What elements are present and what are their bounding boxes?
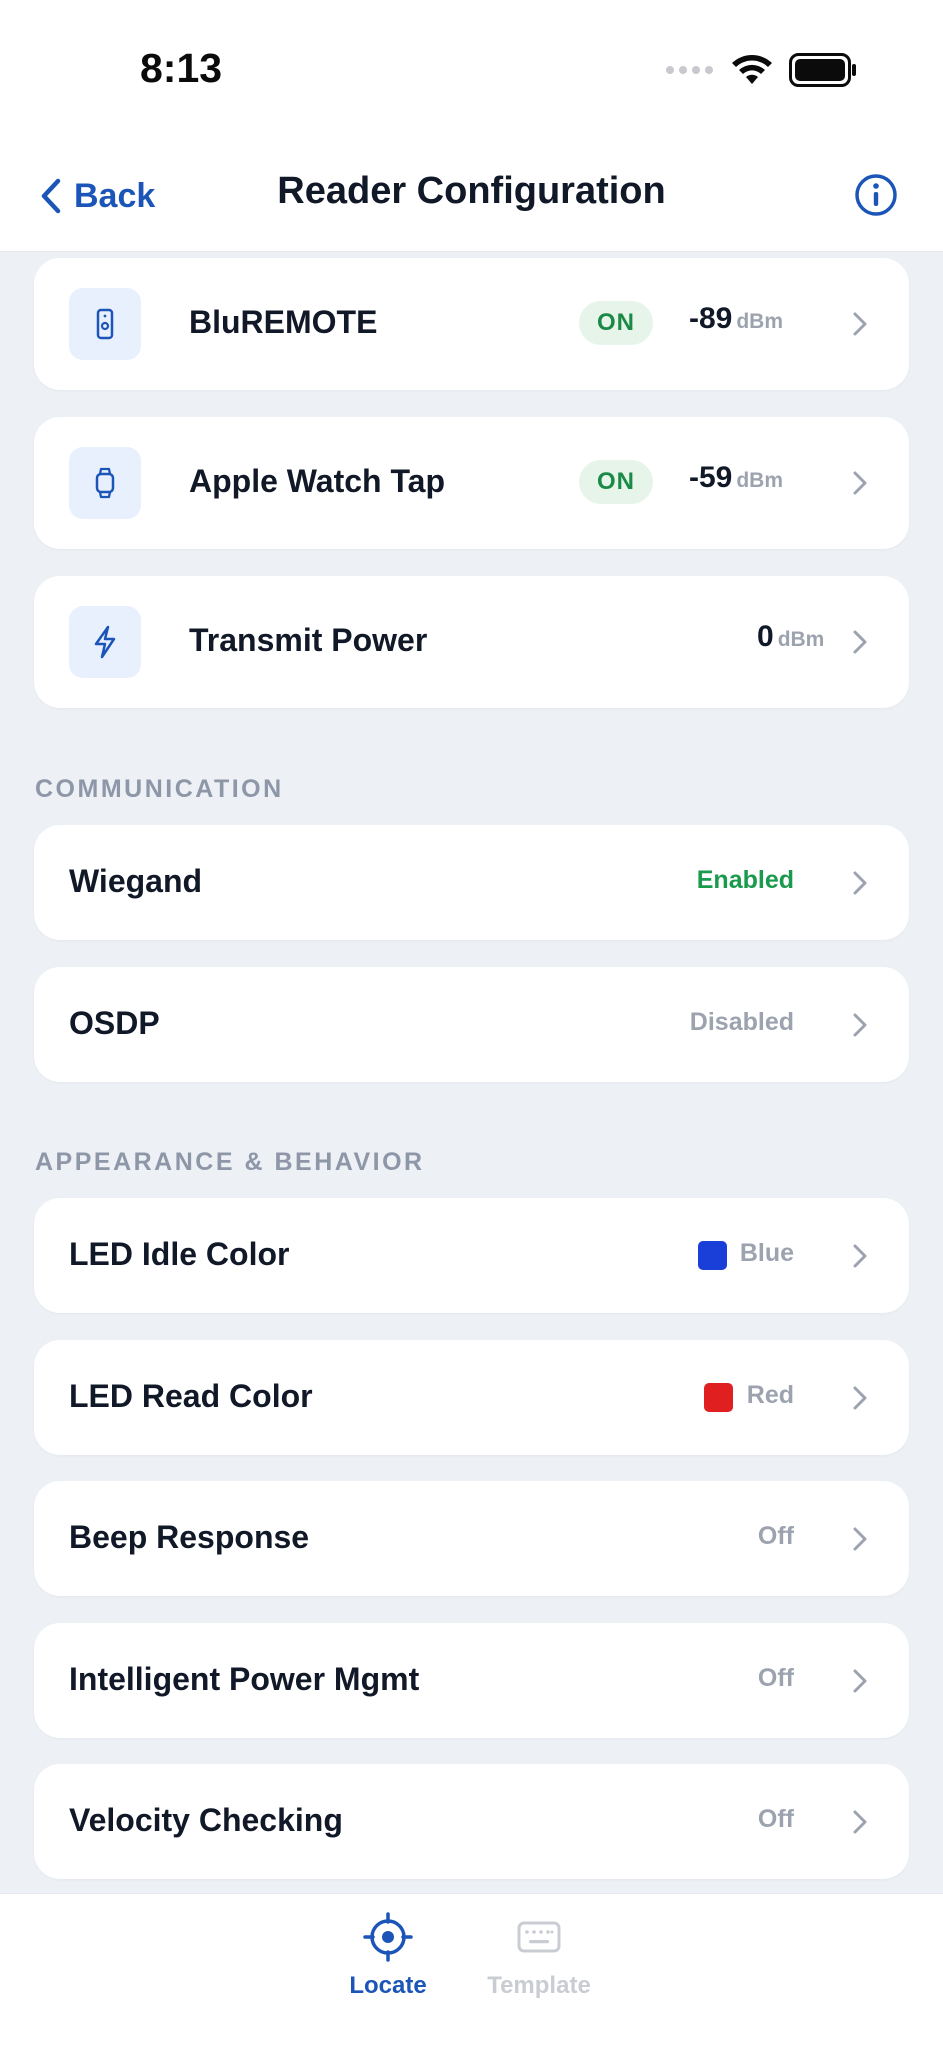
chevron-right-icon — [853, 1810, 867, 1834]
row-value: Off — [757, 1522, 794, 1550]
icon-container — [69, 447, 141, 519]
status-bar: 8:13 — [0, 0, 943, 140]
signal-value: -89 dBm — [689, 302, 784, 335]
status-icons — [665, 50, 857, 90]
info-icon[interactable] — [853, 172, 899, 218]
chevron-right-icon — [853, 1386, 867, 1410]
status-badge: ON — [579, 460, 653, 504]
row-velocity-checking[interactable]: Velocity Checking Off — [34, 1764, 909, 1879]
row-intelligent-power-mgmt[interactable]: Intelligent Power Mgmt Off — [34, 1623, 909, 1738]
chevron-right-icon — [853, 1527, 867, 1551]
row-label: LED Read Color — [69, 1378, 313, 1414]
tab-label: Template — [487, 1972, 591, 1999]
row-label: LED Idle Color — [69, 1236, 290, 1272]
row-bluremote[interactable]: BluREMOTE ON -89 dBm — [34, 258, 909, 390]
tab-template[interactable]: Template — [479, 1912, 599, 2012]
row-osdp[interactable]: OSDP Disabled — [34, 967, 909, 1082]
watch-icon — [95, 467, 115, 499]
chevron-right-icon — [853, 871, 867, 895]
row-wiegand[interactable]: Wiegand Enabled — [34, 825, 909, 940]
status-time: 8:13 — [140, 45, 223, 91]
chevron-right-icon — [853, 1669, 867, 1693]
tab-locate[interactable]: Locate — [328, 1912, 448, 2012]
row-value: Off — [757, 1805, 794, 1833]
signal-value: -59 dBm — [689, 461, 784, 494]
keyboard-icon — [517, 1921, 561, 1953]
row-value: Off — [757, 1664, 794, 1692]
settings-list: BluREMOTE ON -89 dBm Apple Watch Tap ON -… — [0, 253, 943, 1893]
row-label: Intelligent Power Mgmt — [69, 1661, 420, 1697]
chevron-right-icon — [853, 312, 867, 336]
wifi-icon — [732, 55, 772, 84]
chevron-right-icon — [853, 471, 867, 495]
battery-icon — [789, 53, 856, 87]
row-label: Velocity Checking — [69, 1802, 343, 1838]
color-swatch — [704, 1383, 733, 1412]
row-label: Wiegand — [69, 863, 203, 899]
navigation-bar: Back Reader Configuration — [0, 140, 943, 252]
signal-icon — [666, 66, 713, 74]
section-header-appearance: APPEARANCE & BEHAVIOR — [35, 1148, 425, 1176]
row-label: OSDP — [69, 1005, 160, 1041]
color-swatch — [698, 1241, 727, 1270]
row-led-idle-color[interactable]: LED Idle Color Blue — [34, 1198, 909, 1313]
lightning-icon — [94, 625, 116, 659]
row-value: Red — [746, 1381, 794, 1409]
row-transmit-power[interactable]: Transmit Power 0 dBm — [34, 576, 909, 708]
remote-icon — [96, 308, 114, 340]
icon-container — [69, 288, 141, 360]
row-value: Blue — [739, 1239, 794, 1267]
icon-container — [69, 606, 141, 678]
locate-icon — [363, 1912, 413, 1962]
row-label: Transmit Power — [189, 622, 428, 658]
row-apple-watch-tap[interactable]: Apple Watch Tap ON -59 dBm — [34, 417, 909, 549]
chevron-right-icon — [853, 1244, 867, 1268]
section-header-communication: COMMUNICATION — [35, 775, 284, 803]
row-value: Disabled — [689, 1008, 794, 1036]
row-led-read-color[interactable]: LED Read Color Red — [34, 1340, 909, 1455]
row-label: BluREMOTE — [189, 304, 378, 340]
page-title: Reader Configuration — [277, 170, 666, 212]
tab-bar: Locate Template — [0, 1893, 943, 2048]
row-label: Beep Response — [69, 1519, 310, 1555]
row-value: Enabled — [696, 866, 794, 894]
row-beep-response[interactable]: Beep Response Off — [34, 1481, 909, 1596]
status-badge: ON — [579, 301, 653, 345]
row-label: Apple Watch Tap — [189, 463, 445, 499]
chevron-right-icon — [853, 1013, 867, 1037]
chevron-right-icon — [853, 630, 867, 654]
power-value: 0 dBm — [757, 620, 825, 653]
tab-label: Locate — [349, 1972, 427, 1999]
